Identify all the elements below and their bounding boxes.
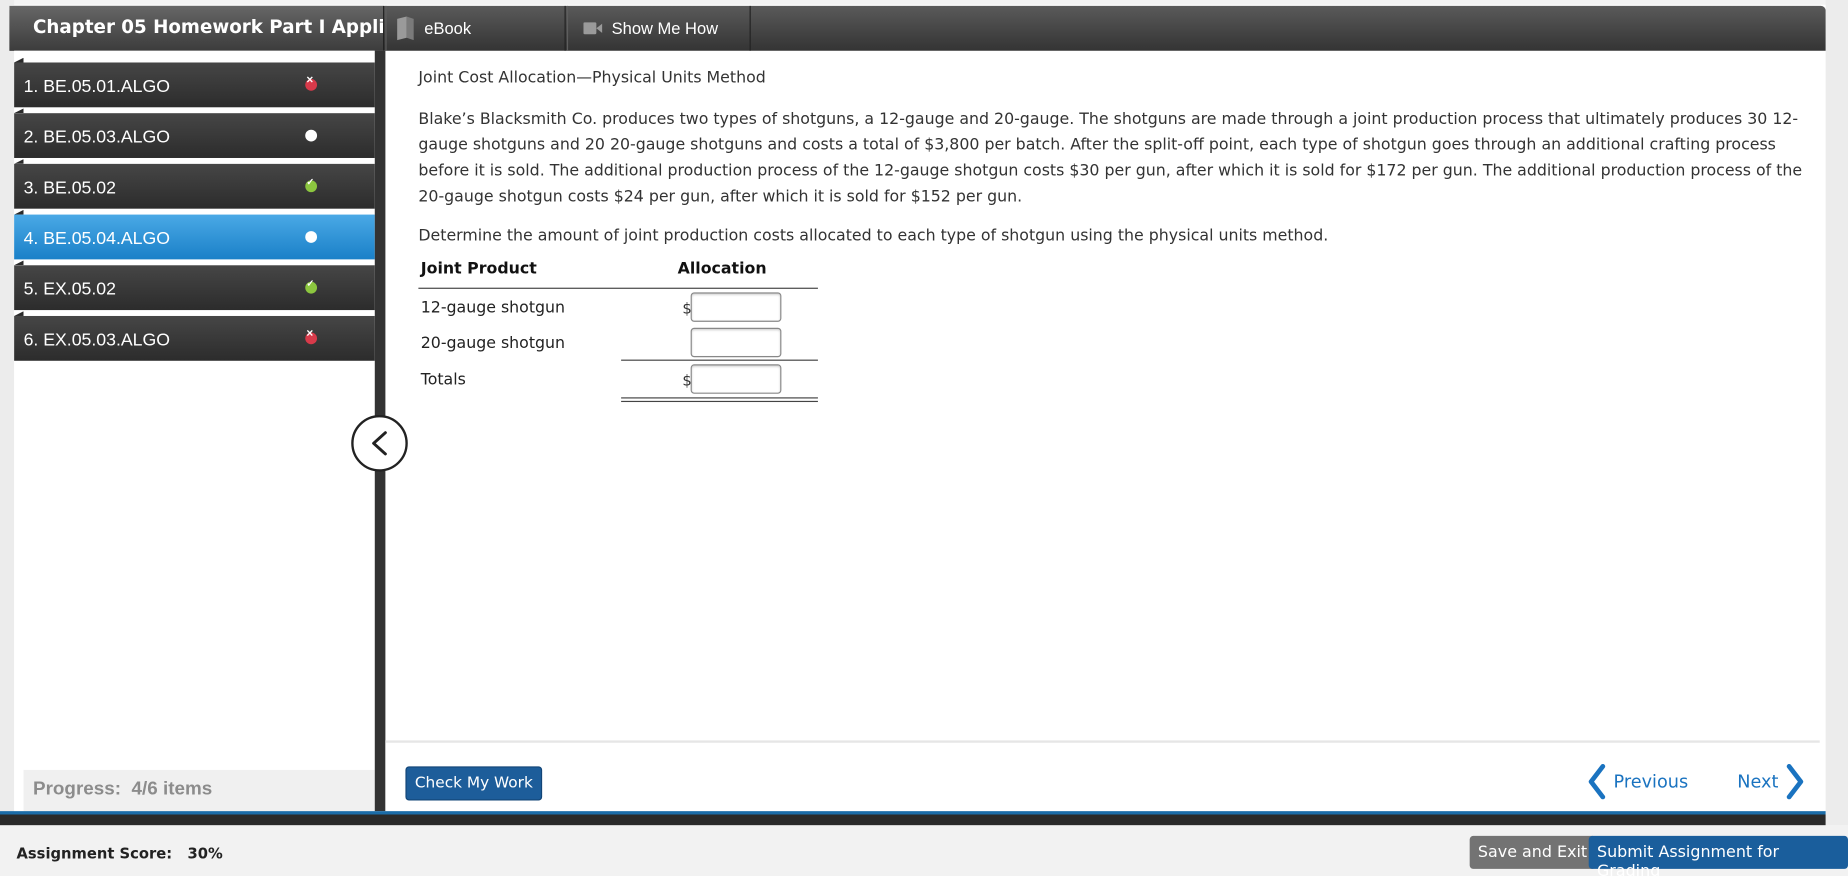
question-instruction: Determine the amount of joint production… [418,227,1329,246]
row-label-12-gauge: 12-gauge shotgun [420,299,566,318]
col-header-product: Joint Product [420,260,537,279]
question-text: Blake’s Blacksmith Co. produces two type… [418,110,1803,207]
question-footer: Check My Work Previous Next [385,740,1820,812]
ebook-label: eBook [424,18,472,38]
previous-button[interactable]: Previous [1588,763,1689,800]
previous-label: Previous [1613,771,1689,793]
show-me-how-label: Show Me How [611,18,719,38]
sidebar-item-label: 1. BE.05.01.ALGO [23,76,171,97]
right-frame [1825,0,1848,826]
save-and-exit-button[interactable]: Save and Exit [1469,835,1596,869]
total-rule-2 [621,400,818,403]
question-sidebar: 1. BE.05.01.ALGO 2. BE.05.03.ALGO 3. BE.… [14,50,375,812]
allocation-input-12-gauge[interactable] [690,292,782,322]
assignment-title: Chapter 05 Homework Part I Applicá [9,5,385,51]
chevron-left-icon [1588,763,1606,800]
book-icon [397,16,414,41]
assignment-score: Assignment Score: 30% [16,844,222,862]
subtotal-rule [621,359,818,361]
sidebar-item-label: 4. BE.05.04.ALGO [23,228,171,249]
progress-value: 4/6 items [131,779,213,800]
top-border [0,0,1848,5]
sidebar-item-label: 6. EX.05.03.ALGO [23,330,171,351]
question-title: Joint Cost Allocation—Physical Units Met… [418,69,766,88]
check-my-work-button[interactable]: Check My Work [405,766,543,801]
col-header-allocation: Allocation [677,260,767,279]
sidebar-item-1[interactable]: 1. BE.05.01.ALGO [14,62,375,108]
sidebar-item-6[interactable]: 6. EX.05.03.ALGO [14,315,375,361]
sidebar-item-5[interactable]: 5. EX.05.02 [14,265,375,311]
not-attempted-icon [305,231,318,243]
sidebar-item-3[interactable]: 3. BE.05.02 [14,163,375,209]
sidebar-item-label: 5. EX.05.02 [23,279,116,300]
row-label-totals: Totals [420,371,466,390]
correct-icon [305,177,318,193]
next-button[interactable]: Next [1737,763,1804,800]
score-value: 30% [187,844,223,862]
submit-assignment-button[interactable]: Submit Assignment for Grading [1588,835,1848,876]
sidebar-item-label: 3. BE.05.02 [23,178,116,199]
page-footer: Assignment Score: 30% Save and Exit Subm… [0,825,1848,876]
video-icon [583,22,603,35]
sidebar-item-4[interactable]: 4. BE.05.04.ALGO [14,214,375,260]
incorrect-icon [305,74,318,91]
next-label: Next [1737,771,1779,793]
progress-label: Progress: [32,779,122,800]
show-me-how-tab[interactable]: Show Me How [566,5,751,51]
allocation-input-totals[interactable] [690,364,782,394]
sidebar-item-2[interactable]: 2. BE.05.03.ALGO [14,113,375,158]
allocation-input-20-gauge[interactable] [690,327,782,358]
sidebar-item-label: 2. BE.05.03.ALGO [23,127,171,148]
footer-divider [0,811,1826,826]
row-label-20-gauge: 20-gauge shotgun [420,334,566,353]
correct-icon [305,278,318,294]
not-attempted-icon [305,129,318,142]
question-content: Joint Cost Allocation—Physical Units Met… [385,51,1819,741]
ebook-tab[interactable]: eBook [385,5,566,51]
score-label: Assignment Score: [16,844,173,862]
incorrect-icon [305,328,318,345]
header-rule [418,287,818,289]
left-frame [0,0,15,826]
chevron-right-icon [1786,763,1804,800]
total-rule-1 [621,397,818,399]
progress-indicator: Progress: 4/6 items [23,769,375,812]
